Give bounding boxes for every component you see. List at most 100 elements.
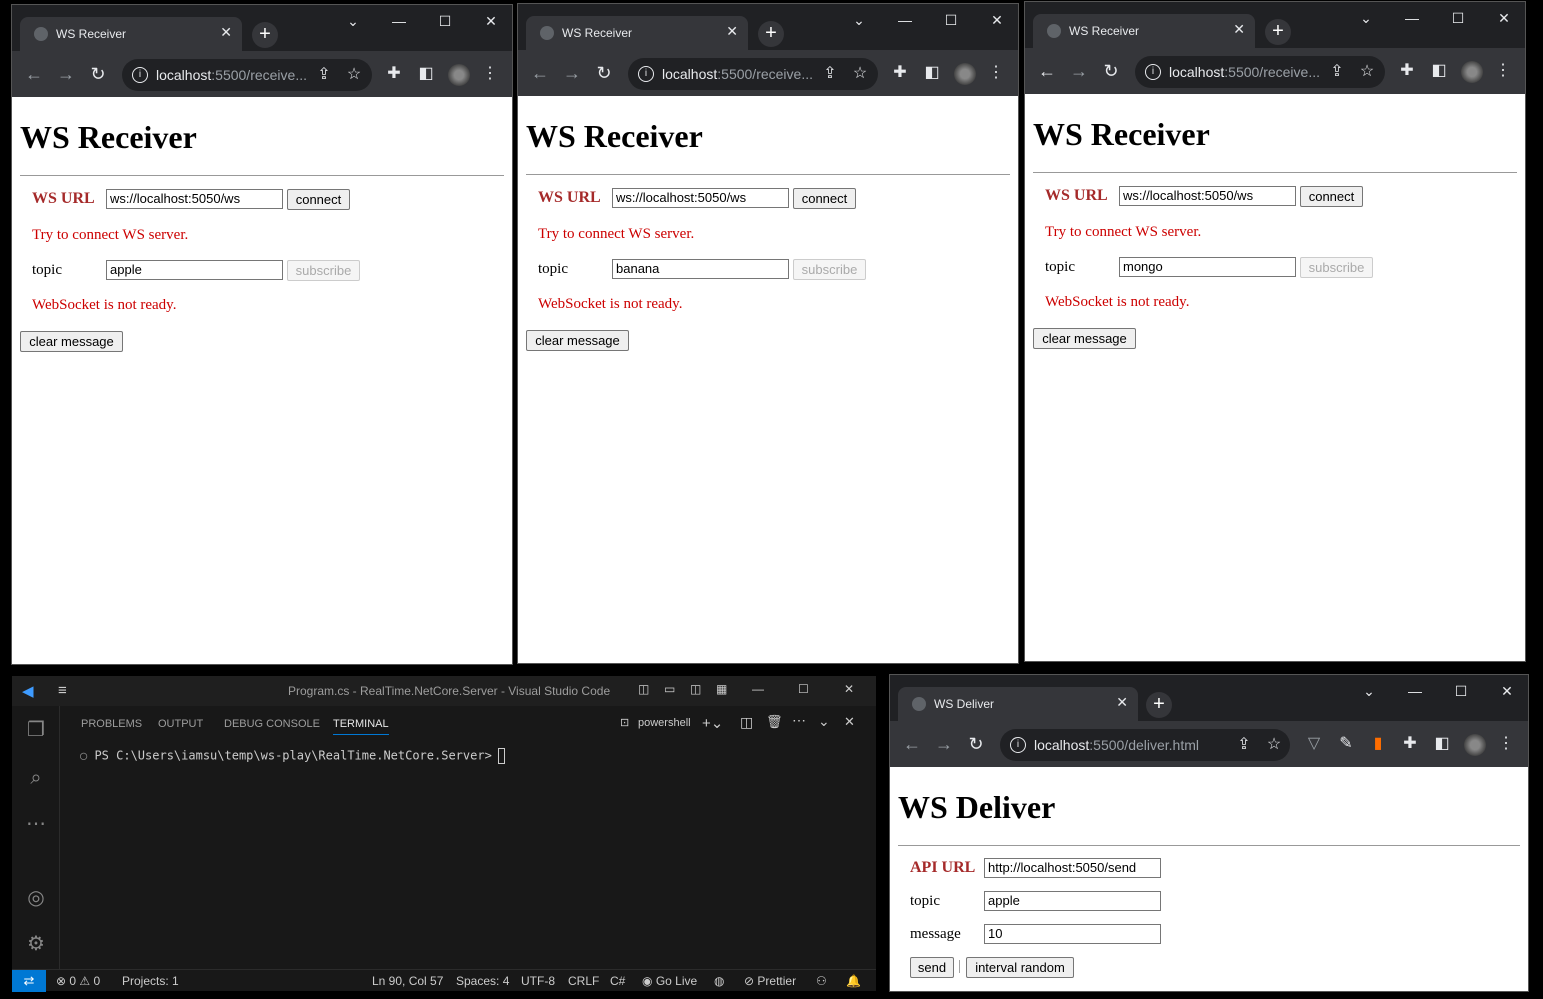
maximize-button[interactable]: ☐	[422, 5, 468, 37]
projects-status[interactable]: Projects: 1	[122, 974, 179, 988]
terminal-output[interactable]: ○ PS C:\Users\iamsu\temp\ws-play\RealTim…	[80, 748, 505, 764]
address-bar[interactable]: i localhost:5500/receive... ⇪ ☆	[1135, 56, 1385, 88]
tab-debug-console[interactable]: DEBUG CONSOLE	[224, 718, 320, 730]
language-status[interactable]: C#	[610, 974, 625, 988]
search-icon[interactable]: ⌕	[24, 766, 48, 790]
forward-icon[interactable]: →	[932, 732, 956, 756]
connect-button[interactable]: connect	[287, 189, 350, 210]
extensions-icon[interactable]: ✚	[1398, 732, 1422, 756]
tab-search-icon[interactable]: ⌄	[330, 5, 376, 37]
profile-avatar[interactable]	[1464, 734, 1486, 756]
reload-icon[interactable]: ↻	[1099, 59, 1123, 83]
forward-icon[interactable]: →	[54, 62, 78, 86]
tab-search-icon[interactable]: ⌄	[1343, 2, 1389, 34]
new-tab-button[interactable]: +	[1146, 692, 1172, 718]
ws-url-input[interactable]: ws://localhost:5050/ws	[1119, 186, 1296, 206]
toggle-secondary-sidebar-icon[interactable]: ◫	[690, 682, 701, 696]
star-icon[interactable]: ☆	[1262, 733, 1286, 757]
address-bar[interactable]: i localhost:5500/deliver.html ⇪ ☆	[1000, 729, 1290, 761]
close-window-button[interactable]: ✕	[844, 682, 854, 696]
ws-url-input[interactable]: ws://localhost:5050/ws	[106, 189, 283, 209]
shell-name[interactable]: powershell	[638, 717, 691, 729]
reload-icon[interactable]: ↻	[592, 61, 616, 85]
more-icon[interactable]: ⋯	[24, 812, 48, 836]
extensions-icon[interactable]: ✚	[1395, 59, 1419, 83]
tab-terminal[interactable]: TERMINAL	[333, 718, 389, 735]
browser-tab[interactable]: WS Deliver ✕	[898, 687, 1138, 721]
info-icon[interactable]: i	[132, 67, 148, 83]
browser-tab[interactable]: WS Receiver ✕	[20, 17, 242, 51]
explorer-icon[interactable]: ❐	[24, 718, 48, 742]
menu-icon[interactable]: ⋮	[1494, 732, 1518, 756]
maximize-button[interactable]: ☐	[1435, 2, 1481, 34]
forward-icon[interactable]: →	[1067, 59, 1091, 83]
back-icon[interactable]: ←	[22, 62, 46, 86]
star-icon[interactable]: ☆	[342, 63, 366, 87]
menu-icon[interactable]: ⋮	[984, 61, 1008, 85]
eol-status[interactable]: CRLF	[568, 974, 599, 988]
go-live-status[interactable]: ◉ Go Live	[642, 974, 697, 988]
tab-output[interactable]: OUTPUT	[158, 718, 203, 730]
extensions-icon[interactable]: ✚	[888, 61, 912, 85]
feedback-icon[interactable]: ⚇	[816, 974, 827, 988]
browser-tab[interactable]: WS Receiver ✕	[526, 16, 748, 50]
share-icon[interactable]: ⇪	[818, 62, 842, 86]
browser-tab[interactable]: WS Receiver ✕	[1033, 14, 1255, 48]
share-icon[interactable]: ⇪	[1325, 60, 1349, 84]
info-icon[interactable]: i	[638, 66, 654, 82]
menu-icon[interactable]: ⋮	[1491, 59, 1515, 83]
close-tab-icon[interactable]: ✕	[220, 24, 232, 41]
close-window-button[interactable]: ✕	[468, 5, 514, 37]
close-tab-icon[interactable]: ✕	[1116, 694, 1128, 711]
subscribe-button[interactable]: subscribe	[793, 259, 866, 280]
side-panel-icon[interactable]: ◧	[414, 62, 438, 86]
send-button[interactable]: send	[910, 957, 954, 978]
profile-avatar[interactable]	[1461, 61, 1483, 83]
toggle-panel-icon[interactable]: ▭	[664, 682, 675, 696]
maximize-button[interactable]: ☐	[928, 4, 974, 36]
interval-random-button[interactable]: interval random	[966, 957, 1074, 978]
new-tab-button[interactable]: +	[1265, 19, 1291, 45]
info-icon[interactable]: i	[1010, 737, 1026, 753]
trash-icon[interactable]: 🗑	[766, 714, 783, 730]
eyedropper-icon[interactable]: ✎	[1334, 732, 1358, 756]
reload-icon[interactable]: ↻	[86, 62, 110, 86]
connect-button[interactable]: connect	[1300, 186, 1363, 207]
remote-icon[interactable]: ⇄	[12, 970, 46, 992]
forward-icon[interactable]: →	[560, 61, 584, 85]
message-input[interactable]: 10	[984, 924, 1161, 944]
side-panel-icon[interactable]: ◧	[1427, 59, 1451, 83]
indentation-status[interactable]: Spaces: 4	[456, 974, 509, 988]
new-tab-button[interactable]: +	[758, 21, 784, 47]
address-bar[interactable]: i localhost:5500/receive... ⇪ ☆	[628, 58, 878, 90]
customize-layout-icon[interactable]: ▦	[716, 682, 727, 696]
profile-avatar[interactable]	[448, 64, 470, 86]
vue-devtools-icon[interactable]: ▽	[1302, 732, 1326, 756]
star-icon[interactable]: ☆	[1355, 60, 1379, 84]
new-terminal-icon[interactable]: +⌄	[702, 714, 723, 732]
maximize-button[interactable]: ☐	[798, 682, 809, 696]
topic-input[interactable]: banana	[612, 259, 789, 279]
info-icon[interactable]: i	[1145, 64, 1161, 80]
minimize-button[interactable]: —	[752, 682, 764, 696]
chevron-down-icon[interactable]: ⌄	[818, 713, 830, 730]
problems-status[interactable]: ⊗ 0 ⚠ 0	[56, 974, 100, 988]
clear-message-button[interactable]: clear message	[1033, 328, 1136, 349]
minimize-button[interactable]: —	[882, 4, 928, 36]
back-icon[interactable]: ←	[1035, 59, 1059, 83]
account-icon[interactable]: ◎	[24, 886, 48, 910]
toggle-sidebar-icon[interactable]: ◫	[638, 682, 649, 696]
connect-button[interactable]: connect	[793, 188, 856, 209]
subscribe-button[interactable]: subscribe	[1300, 257, 1373, 278]
side-panel-icon[interactable]: ◧	[1430, 732, 1454, 756]
extensions-icon[interactable]: ✚	[382, 62, 406, 86]
ws-url-input[interactable]: ws://localhost:5050/ws	[612, 188, 789, 208]
gear-icon[interactable]: ⚙	[24, 932, 48, 956]
close-tab-icon[interactable]: ✕	[726, 23, 738, 40]
topic-input[interactable]: apple	[984, 891, 1161, 911]
subscribe-button[interactable]: subscribe	[287, 260, 360, 281]
api-url-input[interactable]: http://localhost:5050/send	[984, 858, 1161, 878]
back-icon[interactable]: ←	[528, 61, 552, 85]
bell-icon[interactable]: 🔔	[846, 974, 861, 988]
copilot-icon[interactable]: ◍	[714, 974, 724, 988]
